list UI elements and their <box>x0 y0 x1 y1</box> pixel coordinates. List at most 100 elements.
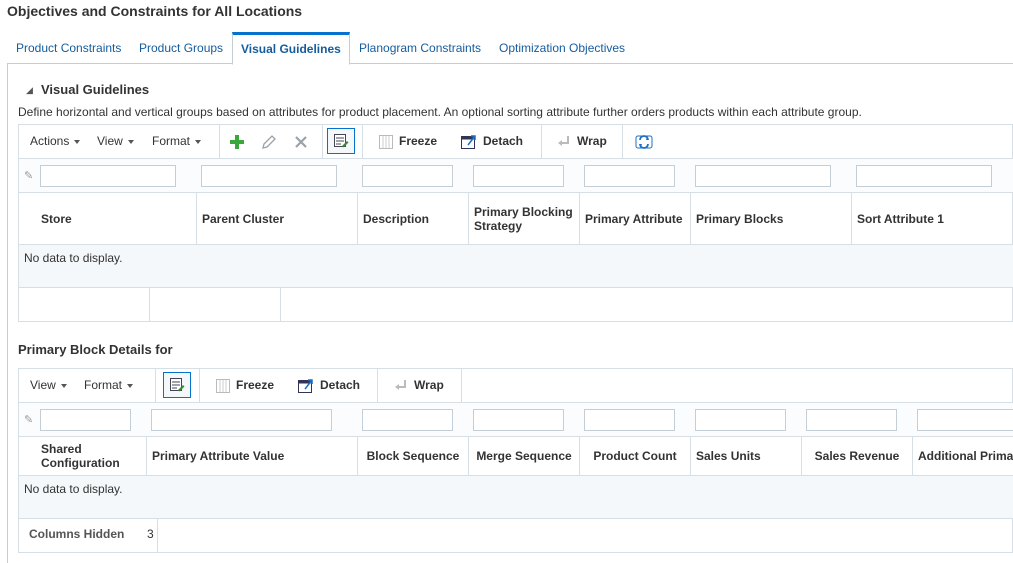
detach-icon <box>298 378 313 393</box>
toolbar-separator <box>461 369 462 402</box>
toolbar-separator <box>541 125 542 158</box>
filter-primary-attribute[interactable] <box>584 165 675 187</box>
tab-visual-guidelines[interactable]: Visual Guidelines <box>232 32 350 65</box>
column-header-product-count[interactable]: Product Count <box>580 437 691 475</box>
column-header-primary-blocks[interactable]: Primary Blocks <box>691 193 852 244</box>
detach-button[interactable]: Detach <box>461 125 523 158</box>
subsection-title: Primary Block Details for <box>18 342 173 357</box>
tab-optimization-objectives[interactable]: Optimization Objectives <box>499 32 625 64</box>
chevron-down-icon <box>74 139 81 144</box>
wrap-icon <box>558 135 569 146</box>
detail-table-footer: Columns Hidden 3 <box>18 518 1013 553</box>
detail-filter-row: ✎ <box>18 403 1013 437</box>
columns-hidden-count[interactable]: 3 <box>147 527 154 541</box>
tab-bar: Product Constraints Product Groups Visua… <box>7 32 1013 65</box>
freeze-icon <box>379 134 393 149</box>
add-icon[interactable] <box>227 132 247 152</box>
detail-table-toolbar: View Format Freeze Detach Wrap <box>18 368 1013 403</box>
filter-store[interactable] <box>40 165 176 187</box>
chevron-down-icon <box>127 383 134 388</box>
freeze-icon <box>216 378 230 393</box>
filter-product-count[interactable] <box>584 409 675 431</box>
detach-label: Detach <box>320 378 361 392</box>
column-header-shared-configuration[interactable]: Shared Configuration <box>36 437 147 475</box>
filter-shared-configuration[interactable] <box>40 409 131 431</box>
edit-icon[interactable] <box>259 132 279 152</box>
column-header-parent-cluster[interactable]: Parent Cluster <box>197 193 358 244</box>
section-title: Visual Guidelines <box>41 82 150 97</box>
filter-row: ✎ <box>18 159 1013 193</box>
freeze-button[interactable]: Freeze <box>379 125 437 158</box>
filter-block-sequence[interactable] <box>362 409 453 431</box>
delete-icon[interactable] <box>291 132 311 152</box>
column-header-sales-revenue[interactable]: Sales Revenue <box>802 437 913 475</box>
toolbar-separator <box>199 369 200 402</box>
filter-parent-cluster[interactable] <box>201 165 337 187</box>
no-data-text: No data to display. <box>24 251 123 265</box>
pencil-icon: ✎ <box>24 170 34 182</box>
pencil-icon: ✎ <box>24 414 34 426</box>
view-menu[interactable]: View <box>97 125 134 158</box>
section-description: Define horizontal and vertical groups ba… <box>18 105 862 119</box>
format-menu[interactable]: Format <box>84 369 134 402</box>
tab-product-constraints[interactable]: Product Constraints <box>16 32 121 64</box>
tab-product-groups[interactable]: Product Groups <box>139 32 223 64</box>
chevron-down-icon <box>60 383 67 388</box>
column-header-sort-attribute-1[interactable]: Sort Attribute 1 <box>852 193 1013 244</box>
filter-primary-attribute-value[interactable] <box>151 409 332 431</box>
column-header-primary-attribute-value[interactable]: Primary Attribute Value <box>147 437 358 475</box>
view-menu-label: View <box>97 134 123 148</box>
detach-label: Detach <box>483 134 524 148</box>
columns-hidden-label: Columns Hidden <box>29 527 125 541</box>
wrap-button[interactable]: Wrap <box>557 125 607 158</box>
tab-planogram-constraints[interactable]: Planogram Constraints <box>359 32 481 64</box>
column-header-additional-primary[interactable]: Additional Prima <box>913 437 1013 475</box>
chevron-down-icon <box>127 139 134 144</box>
format-menu-label: Format <box>84 378 123 392</box>
query-by-example-icon[interactable] <box>327 128 355 154</box>
wrap-label: Wrap <box>414 378 444 392</box>
column-header-primary-blocking-strategy[interactable]: Primary Blocking Strategy <box>469 193 580 244</box>
wrap-button[interactable]: Wrap <box>394 369 444 402</box>
view-menu[interactable]: View <box>30 369 67 402</box>
column-header-block-sequence[interactable]: Block Sequence <box>358 437 469 475</box>
filter-description[interactable] <box>362 165 453 187</box>
actions-menu-label: Actions <box>30 134 70 148</box>
detail-table-header: Shared Configuration Primary Attribute V… <box>18 437 1013 476</box>
filter-merge-sequence[interactable] <box>473 409 564 431</box>
filter-sales-units[interactable] <box>695 409 786 431</box>
toolbar-separator <box>155 369 156 402</box>
filter-sort-attribute-1[interactable] <box>856 165 992 187</box>
detail-empty-table-message: No data to display. <box>18 476 1013 518</box>
freeze-label: Freeze <box>399 134 438 148</box>
refresh-icon[interactable] <box>634 132 654 152</box>
column-header-merge-sequence[interactable]: Merge Sequence <box>469 437 580 475</box>
filter-primary-blocks[interactable] <box>695 165 831 187</box>
filter-sales-revenue[interactable] <box>806 409 897 431</box>
column-header-sales-units[interactable]: Sales Units <box>691 437 802 475</box>
filter-primary-blocking-strategy[interactable] <box>473 165 564 187</box>
freeze-button[interactable]: Freeze <box>216 369 274 402</box>
column-header-primary-attribute[interactable]: Primary Attribute <box>580 193 691 244</box>
column-header-store[interactable]: Store <box>36 193 197 244</box>
toolbar-separator <box>622 125 623 158</box>
disclosure-triangle-icon[interactable]: ◢ <box>26 85 33 96</box>
page-title: Objectives and Constraints for All Locat… <box>7 3 303 19</box>
wrap-icon <box>395 379 406 390</box>
format-menu[interactable]: Format <box>152 125 202 158</box>
table-toolbar: Actions View Format Freeze Detach Wrap <box>18 124 1013 159</box>
table-header: Store Parent Cluster Description Primary… <box>18 193 1013 245</box>
actions-menu[interactable]: Actions <box>30 125 81 158</box>
query-by-example-icon[interactable] <box>163 372 191 398</box>
detach-button[interactable]: Detach <box>298 369 360 402</box>
toolbar-separator <box>322 125 323 158</box>
empty-table-message: No data to display. <box>18 245 1013 287</box>
column-header-description[interactable]: Description <box>358 193 469 244</box>
footer-cell <box>150 288 281 321</box>
footer-cell <box>19 288 150 321</box>
wrap-label: Wrap <box>577 134 607 148</box>
filter-additional-primary[interactable] <box>917 409 1013 431</box>
format-menu-label: Format <box>152 134 191 148</box>
table-footer <box>18 287 1013 322</box>
detach-icon <box>461 134 476 149</box>
